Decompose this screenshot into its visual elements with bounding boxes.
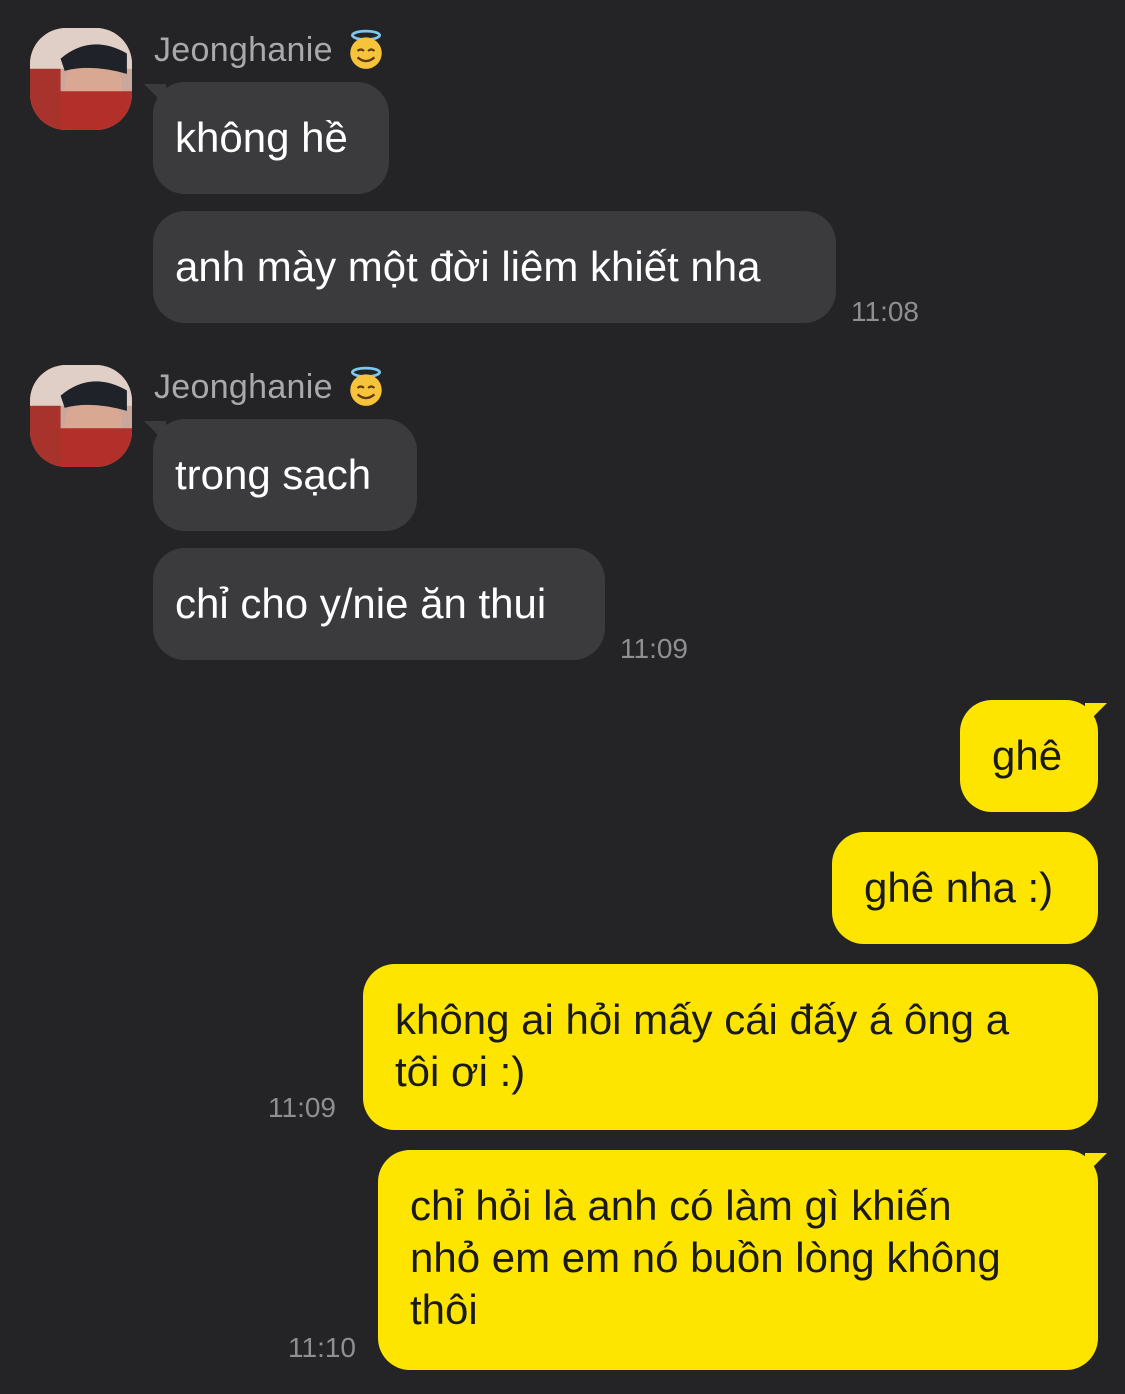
message-bubble-outgoing[interactable]: không ai hỏi mấy cái đấy á ông a tôi ơi … (363, 964, 1098, 1130)
avatar-jeonghanie[interactable] (30, 365, 132, 467)
message-timestamp: 11:09 (268, 1092, 336, 1123)
message-text: ghê nha :) (864, 864, 1054, 911)
message-bubble-outgoing[interactable]: ghê nha :) (832, 832, 1098, 944)
message-timestamp: 11:10 (288, 1332, 356, 1363)
message-timestamp: 11:09 (620, 633, 688, 664)
message-text-line: thôi (410, 1286, 478, 1333)
message-text-line: tôi ơi :) (395, 1048, 526, 1095)
message-text: anh mày một đời liêm khiết nha (175, 243, 761, 290)
message-text: chỉ cho y/nie ăn thui (175, 580, 547, 627)
sender-name: Jeonghanie (154, 28, 387, 72)
avatar-photo (30, 28, 132, 130)
message-text: không hề (175, 114, 348, 161)
sender-name-label: Jeonghanie (154, 368, 333, 406)
avatar-photo (30, 365, 132, 467)
message-bubble-incoming[interactable]: chỉ cho y/nie ăn thui (153, 548, 605, 660)
message-bubble-outgoing[interactable]: ghê (960, 700, 1098, 812)
message-bubble-incoming[interactable]: trong sạch (153, 419, 417, 531)
message-text-line: không ai hỏi mấy cái đấy á ông a (395, 996, 1010, 1043)
message-text: trong sạch (175, 451, 372, 498)
smiling-face-with-halo-icon (345, 366, 387, 408)
message-text: ghê (992, 732, 1063, 779)
avatar-jeonghanie[interactable] (30, 28, 132, 130)
message-bubble-incoming[interactable]: không hề (153, 82, 389, 194)
message-bubble-incoming[interactable]: anh mày một đời liêm khiết nha (153, 211, 836, 323)
message-timestamp: 11:08 (851, 296, 919, 327)
smiling-face-with-halo-icon (345, 29, 387, 71)
message-text-line: chỉ hỏi là anh có làm gì khiến (410, 1182, 952, 1229)
message-bubble-outgoing[interactable]: chỉ hỏi là anh có làm gì khiến nhỏ em em… (378, 1150, 1098, 1370)
sender-name-label: Jeonghanie (154, 31, 333, 69)
sender-name: Jeonghanie (154, 365, 387, 409)
message-text-line: nhỏ em em nó buồn lòng không (410, 1234, 1001, 1281)
